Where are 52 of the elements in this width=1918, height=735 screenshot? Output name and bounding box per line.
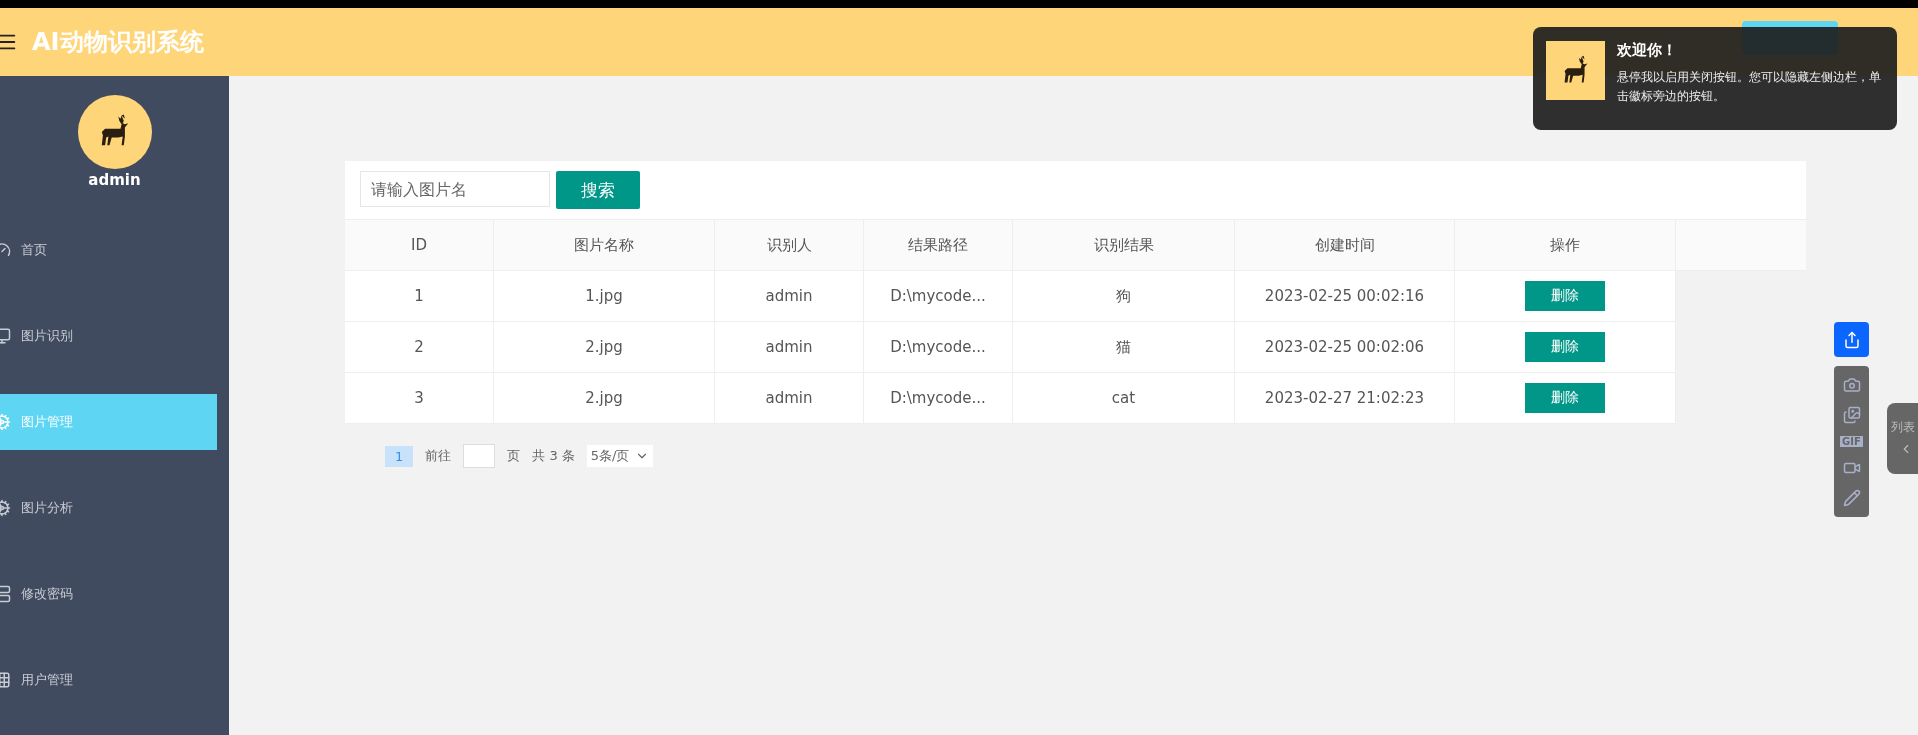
sidebar-item[interactable]: 图片识别 [0, 308, 217, 364]
goto-label: 前往 [425, 447, 452, 465]
column-header: 结果路径 [863, 220, 1013, 271]
table-cell: D:\mycode... [863, 270, 1013, 322]
table-cell: D:\mycode... [863, 372, 1013, 424]
toast-message: 悬停我以启用关闭按钮。您可以隐藏左侧边栏，单击徽标旁边的按钮。 [1617, 69, 1882, 105]
page-input[interactable] [463, 444, 496, 468]
camera-icon[interactable] [1842, 376, 1861, 394]
column-header: 操作 [1454, 220, 1676, 271]
column-header: 创建时间 [1234, 220, 1455, 271]
pencil-icon[interactable] [1842, 489, 1861, 507]
page-unit: 页 [507, 447, 521, 465]
table-cell: 2023-02-25 00:02:06 [1234, 321, 1455, 373]
delete-button[interactable]: 删除 [1525, 383, 1605, 413]
column-header: 识别结果 [1012, 220, 1235, 271]
images-icon[interactable] [1842, 406, 1861, 424]
table-cell: 2.jpg [493, 321, 715, 373]
toast-title: 欢迎你！ [1617, 41, 1678, 60]
column-header: ID [345, 220, 494, 271]
sidebar-item[interactable]: 首页 [0, 222, 217, 278]
list-tab[interactable]: 列表 [1887, 403, 1918, 474]
search-field[interactable]: 请输入图片名 [360, 171, 550, 207]
table-cell: 2023-02-27 21:02:23 [1234, 372, 1455, 424]
table-cell: 1 [345, 270, 494, 322]
table-cell: 3 [345, 372, 494, 424]
table-cell: 2.jpg [493, 372, 715, 424]
total-count: 共 3 条 [532, 447, 575, 465]
gif-button[interactable]: GIF [1840, 436, 1863, 447]
delete-button[interactable]: 删除 [1525, 281, 1605, 311]
column-header: 识别人 [714, 220, 864, 271]
table-cell: 猫 [1012, 321, 1235, 373]
table-cell: 1.jpg [493, 270, 715, 322]
table-cell: 2 [345, 321, 494, 373]
table-cell: cat [1012, 372, 1235, 424]
table-cell: admin [714, 270, 864, 322]
table-cell: D:\mycode... [863, 321, 1013, 373]
page-number[interactable]: 1 [385, 445, 414, 467]
search-button[interactable]: 搜索 [556, 171, 640, 209]
table-cell: admin [714, 372, 864, 424]
table-cell: admin [714, 321, 864, 373]
table-cell: 狗 [1012, 270, 1235, 322]
column-header: 图片名称 [493, 220, 715, 271]
user-name: admin [88, 171, 141, 189]
table-cell: 2023-02-25 00:02:16 [1234, 270, 1455, 322]
sidebar-item[interactable]: 图片分析 [0, 480, 217, 536]
share-icon [1842, 330, 1861, 349]
app-title: AI动物识别系统 [32, 27, 204, 58]
share-button[interactable] [1834, 322, 1869, 357]
sidebar-item[interactable]: 修改密码 [0, 566, 217, 622]
delete-button[interactable]: 删除 [1525, 332, 1605, 362]
sidebar-item[interactable]: 用户管理 [0, 652, 217, 708]
page-size-select[interactable]: 5条/页 [586, 445, 654, 467]
